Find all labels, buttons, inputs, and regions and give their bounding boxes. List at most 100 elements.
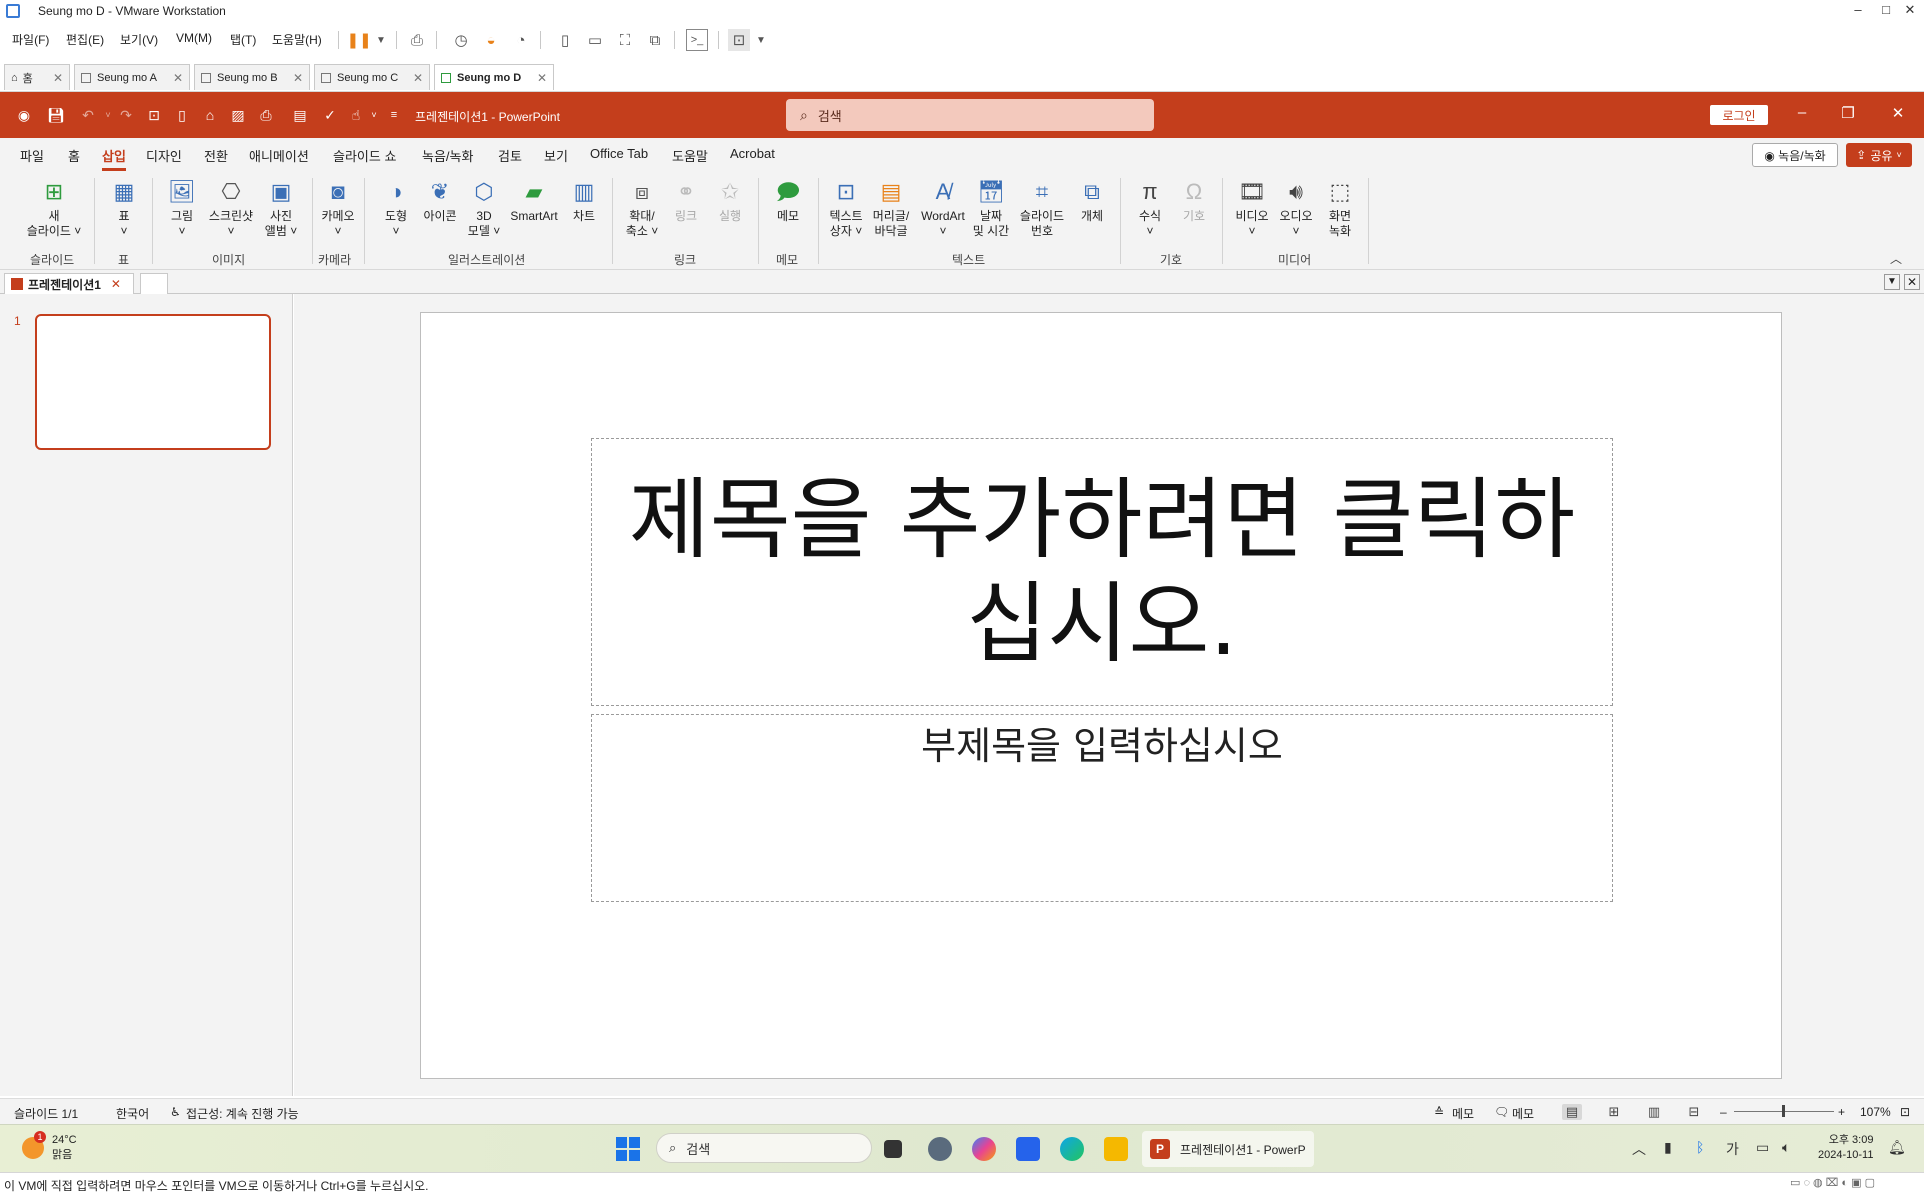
link-button[interactable]: ⚭ 링크 xyxy=(668,176,704,224)
tab-help[interactable]: 도움말 xyxy=(672,146,708,165)
tray-overflow-icon[interactable]: ︿ xyxy=(1632,1139,1646,1159)
accessibility-status[interactable]: 접근성: 계속 진행 가능 xyxy=(186,1105,299,1122)
save-icon[interactable]: 💾︎ xyxy=(46,105,66,125)
collapse-ribbon-icon[interactable]: ︿ xyxy=(1890,250,1902,267)
close-tab-icon[interactable]: ✕ xyxy=(53,71,63,85)
menu-edit[interactable]: 편집(E) xyxy=(66,31,104,48)
menu-view[interactable]: 보기(V) xyxy=(120,31,158,48)
share-button[interactable]: ⇪ 공유 ˅ xyxy=(1846,143,1912,167)
tab-view[interactable]: 보기 xyxy=(544,146,568,165)
table-button[interactable]: ▦ 표 ˅ xyxy=(106,176,142,239)
restore-icon[interactable]: ❐ xyxy=(1836,104,1860,122)
open-folder-icon[interactable]: ⌂ xyxy=(200,105,220,125)
close-tab-icon[interactable]: ✕ xyxy=(111,277,121,291)
undo-icon[interactable]: ↶ xyxy=(78,105,98,125)
store-icon[interactable] xyxy=(1016,1137,1040,1161)
slide-count[interactable]: 슬라이드 1/1 xyxy=(14,1105,78,1122)
slide-number-button[interactable]: ⌗ 슬라이드 번호 xyxy=(1014,176,1070,239)
fit-slide-icon[interactable]: ⊡ xyxy=(1900,1105,1910,1119)
comments-button[interactable]: 메모 xyxy=(1512,1105,1534,1122)
record-button[interactable]: ◉ 녹음/녹화 xyxy=(1752,143,1838,167)
fullscreen-icon[interactable]: ⛶ xyxy=(614,29,636,51)
tab-file[interactable]: 파일 xyxy=(20,146,44,165)
usb-icon[interactable]: ▮ xyxy=(1664,1139,1672,1156)
thumbnail-bar-icon[interactable]: ▭ xyxy=(584,29,606,51)
zoom-button[interactable]: ⧈ 확대/ 축소 ˅ xyxy=(622,176,662,239)
video-button[interactable]: 🎞︎ 비디오 ˅ xyxy=(1232,176,1272,239)
shapes-button[interactable]: ◑ 도형 ˅ xyxy=(378,176,414,239)
send-keys-icon[interactable]: ⎙ xyxy=(406,29,428,51)
tab-insert[interactable]: 삽입 xyxy=(102,146,126,171)
chart-button[interactable]: ▥ 차트 xyxy=(566,176,602,224)
menu-file[interactable]: 파일(F) xyxy=(12,31,49,48)
revert-snapshot-icon[interactable]: ◒ xyxy=(480,29,502,51)
ime-indicator[interactable]: 가 xyxy=(1726,1139,1739,1159)
tab-office-tab[interactable]: Office Tab xyxy=(590,146,648,161)
volume-icon[interactable]: 🔈︎ xyxy=(1782,1139,1790,1156)
tab-acrobat[interactable]: Acrobat xyxy=(730,146,775,161)
present-icon[interactable]: ⊡ xyxy=(144,105,164,125)
menu-vm[interactable]: VM(M) xyxy=(176,31,212,45)
menu-help[interactable]: 도움말(H) xyxy=(272,31,322,48)
textbox-button[interactable]: ⊡ 텍스트 상자 ˅ xyxy=(826,176,866,239)
snapshot-manager-icon[interactable]: ◔ xyxy=(510,29,532,51)
language[interactable]: 한국어 xyxy=(116,1105,149,1122)
tab-animations[interactable]: 애니메이션 xyxy=(249,146,309,165)
close-icon[interactable]: ✕ xyxy=(1900,2,1920,18)
new-doc-tab[interactable] xyxy=(140,273,168,294)
3d-models-button[interactable]: ⬡ 3D 모델 ˅ xyxy=(466,176,502,239)
clock[interactable]: 오후 3:09 2024-10-11 xyxy=(1818,1133,1873,1163)
date-time-button[interactable]: 📅︎ 날짜 및 시간 xyxy=(970,176,1012,239)
pdf-icon[interactable]: ▤ xyxy=(290,105,310,125)
audio-button[interactable]: 🔊︎ 오디오 ˅ xyxy=(1276,176,1316,239)
task-view-icon[interactable] xyxy=(884,1140,902,1158)
slide-sorter-icon[interactable]: ⊞ xyxy=(1604,1104,1624,1120)
picture-icon[interactable]: ▨ xyxy=(228,105,248,125)
tab-seung-mo-a[interactable]: Seung mo A ✕ xyxy=(74,64,190,90)
console-icon[interactable]: >_ xyxy=(686,29,708,51)
title-placeholder[interactable]: 제목을 추가하려면 클릭하십시오. xyxy=(591,438,1613,706)
new-file-icon[interactable]: ▯ xyxy=(172,105,192,125)
normal-view-icon[interactable]: ▤ xyxy=(1562,1104,1582,1120)
cameo-button[interactable]: ◙ 카메오 ˅ xyxy=(318,176,358,239)
maximize-icon[interactable]: □ xyxy=(1876,2,1896,17)
close-tab-icon[interactable]: ✕ xyxy=(537,71,547,85)
picture-button[interactable]: 🖼︎ 그림 ˅ xyxy=(164,176,200,239)
login-button[interactable]: 로그인 xyxy=(1710,105,1768,125)
stretch-dropdown-icon[interactable]: ▼ xyxy=(750,29,772,51)
close-tab-icon[interactable]: ✕ xyxy=(173,71,183,85)
new-slide-button[interactable]: ⊞ 새 슬라이드 ˅ xyxy=(22,176,86,239)
smartart-button[interactable]: ▰ SmartArt xyxy=(506,176,562,224)
settings-icon[interactable] xyxy=(928,1137,952,1161)
tab-list-icon[interactable]: ▼ xyxy=(1884,274,1900,290)
redo-icon[interactable]: ↷ xyxy=(116,105,136,125)
windows-start-icon[interactable] xyxy=(616,1137,640,1161)
photo-album-button[interactable]: ▣ 사진 앨범 ˅ xyxy=(260,176,302,239)
tab-slideshow[interactable]: 슬라이드 쇼 xyxy=(333,146,396,165)
customize-qat-icon[interactable]: ≡ xyxy=(384,105,404,125)
subtitle-placeholder[interactable]: 부제목을 입력하십시오 xyxy=(591,714,1613,902)
action-button[interactable]: ✩ 실행 xyxy=(712,176,748,224)
unity-icon[interactable]: ⧉ xyxy=(644,29,666,51)
slide-canvas[interactable]: 제목을 추가하려면 클릭하십시오. 부제목을 입력하십시오 xyxy=(420,312,1782,1079)
wordart-button[interactable]: A̸ WordArt ˅ xyxy=(916,176,970,239)
tab-home[interactable]: 홈 xyxy=(68,146,80,165)
close-tab-icon[interactable]: ✕ xyxy=(413,71,423,85)
zoom-level[interactable]: 107% xyxy=(1860,1105,1891,1119)
menu-tabs[interactable]: 탭(T) xyxy=(230,31,256,48)
slideshow-icon[interactable]: ⊟ xyxy=(1684,1104,1704,1120)
screenshot-button[interactable]: ⎔ 스크린샷 ˅ xyxy=(204,176,258,239)
tab-transitions[interactable]: 전환 xyxy=(204,146,228,165)
tab-design[interactable]: 디자인 xyxy=(146,146,182,165)
zoom-in-icon[interactable]: + xyxy=(1838,1105,1845,1119)
touch-mode-icon[interactable]: ☝ xyxy=(346,105,366,125)
minimize-icon[interactable]: – xyxy=(1848,2,1868,17)
tab-seung-mo-b[interactable]: Seung mo B ✕ xyxy=(194,64,310,90)
dropdown-icon[interactable]: ▼ xyxy=(370,29,392,51)
touch-dropdown-icon[interactable]: ˅ xyxy=(364,105,384,125)
bluetooth-icon[interactable]: ᛒ xyxy=(1696,1139,1704,1155)
icons-button[interactable]: ❦ 아이콘 xyxy=(418,176,462,224)
taskbar-search[interactable]: ⌕ 검색 xyxy=(656,1133,872,1163)
device-icons[interactable]: ▭ ◌ ◍ ⌧ ◐ ▣ ▢ xyxy=(1790,1176,1875,1189)
doc-tab-presentation1[interactable]: 프레젠테이션1 ✕ xyxy=(4,273,134,294)
